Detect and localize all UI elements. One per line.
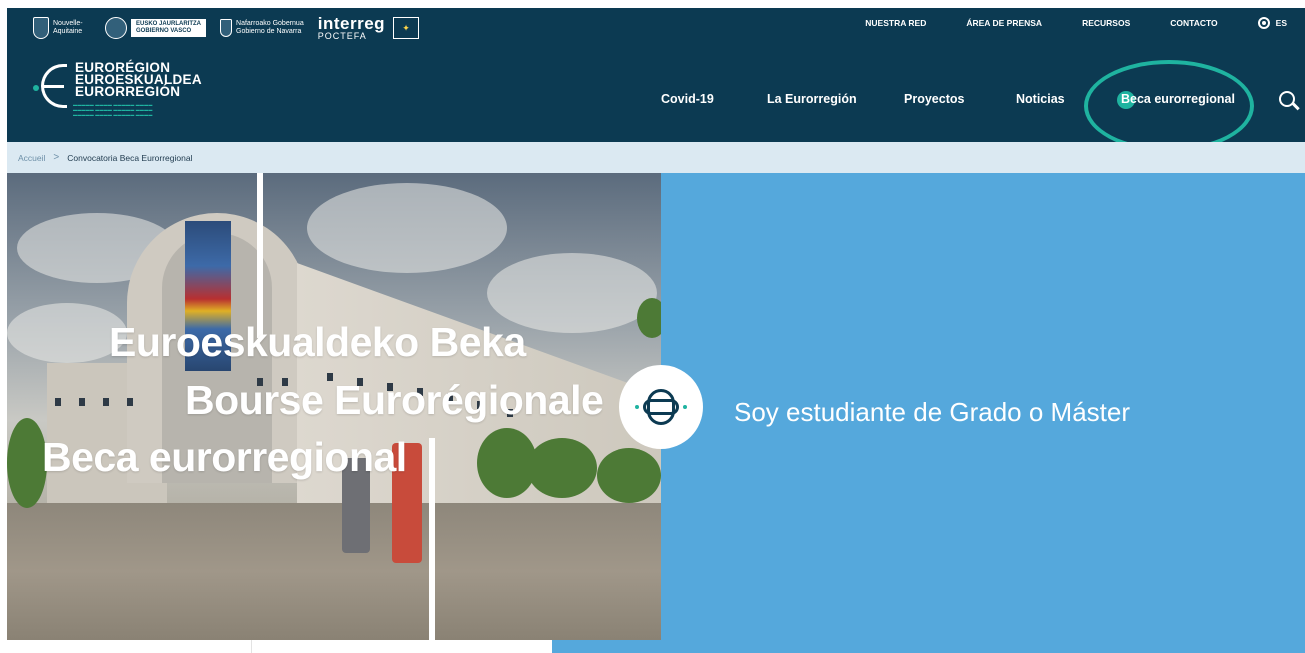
eu-flag-icon: ✦	[393, 17, 420, 39]
emblem-icon	[105, 17, 127, 39]
breadcrumb-current: Convocatoria Beca Eurorregional	[67, 152, 193, 163]
divider	[251, 640, 252, 653]
nav-item-la-eurorregion[interactable]: La Eurorregión	[767, 92, 857, 106]
shield-icon	[33, 17, 49, 39]
euroregion-symbol-icon	[619, 365, 703, 449]
student-option-panel[interactable]: Soy estudiante de Grado o Máster	[661, 173, 1305, 640]
partner-interreg[interactable]: interreg POCTEFA ✦	[317, 13, 420, 41]
breadcrumb-home-link[interactable]: Accueil	[18, 153, 45, 163]
utility-link-contacto[interactable]: CONTACTO	[1170, 18, 1217, 28]
hero-image: Euroeskualdeko Beka Bourse Eurorégionale…	[7, 173, 661, 640]
nav-item-noticias[interactable]: Noticias	[1016, 92, 1065, 106]
nav-item-covid-19[interactable]: Covid-19	[661, 92, 714, 106]
globe-icon	[1257, 17, 1270, 29]
site-header: Nouvelle-Aquitaine EUSKO JAURLARITZA GOB…	[7, 8, 1305, 152]
utility-nav: NUESTRA RED ÁREA DE PRENSA RECURSOS CONT…	[865, 17, 1305, 29]
language-switcher[interactable]: ES	[1257, 17, 1287, 29]
partner-label: Gobierno de Navarra	[236, 28, 302, 35]
interreg-wordmark: interreg	[317, 13, 386, 33]
student-option-label[interactable]: Soy estudiante de Grado o Máster	[734, 397, 1130, 428]
coat-of-arms-icon	[220, 19, 233, 37]
breadcrumb: Accueil > Convocatoria Beca Eurorregiona…	[7, 142, 1305, 173]
chevron-right-icon: >	[53, 152, 60, 163]
search-icon[interactable]	[1279, 91, 1295, 107]
hero-title-french: Bourse Eurorégionale	[185, 377, 604, 423]
hero-title-spanish: Beca eurorregional	[42, 434, 407, 480]
partner-nouvelle-aquitaine[interactable]: Nouvelle-Aquitaine	[33, 17, 91, 39]
partner-label: EUSKO JAURLARITZA	[136, 21, 202, 27]
partner-navarra[interactable]: Nafarroako Gobernua Gobierno de Navarra	[220, 19, 304, 37]
partner-label: GOBIERNO VASCO	[136, 28, 192, 34]
highlight-annotation-circle	[1084, 60, 1254, 152]
utility-link-recursos[interactable]: RECURSOS	[1082, 18, 1130, 28]
partner-label: Nouvelle-Aquitaine	[53, 20, 83, 35]
nav-item-proyectos[interactable]: Proyectos	[904, 92, 964, 106]
language-code: ES	[1275, 18, 1287, 28]
hero-title-basque: Euroeskualdeko Beka	[109, 319, 526, 365]
utility-link-nuestra-red[interactable]: NUESTRA RED	[865, 18, 926, 28]
utility-link-area-de-prensa[interactable]: ÁREA DE PRENSA	[966, 18, 1042, 28]
partner-gobierno-vasco[interactable]: EUSKO JAURLARITZA GOBIERNO VASCO	[105, 17, 207, 39]
partner-logos: Nouvelle-Aquitaine EUSKO JAURLARITZA GOB…	[33, 13, 420, 43]
next-section-blue	[552, 640, 1305, 653]
partner-label: Nafarroako Gobernua	[236, 20, 304, 27]
page: Nouvelle-Aquitaine EUSKO JAURLARITZA GOB…	[7, 8, 1305, 653]
